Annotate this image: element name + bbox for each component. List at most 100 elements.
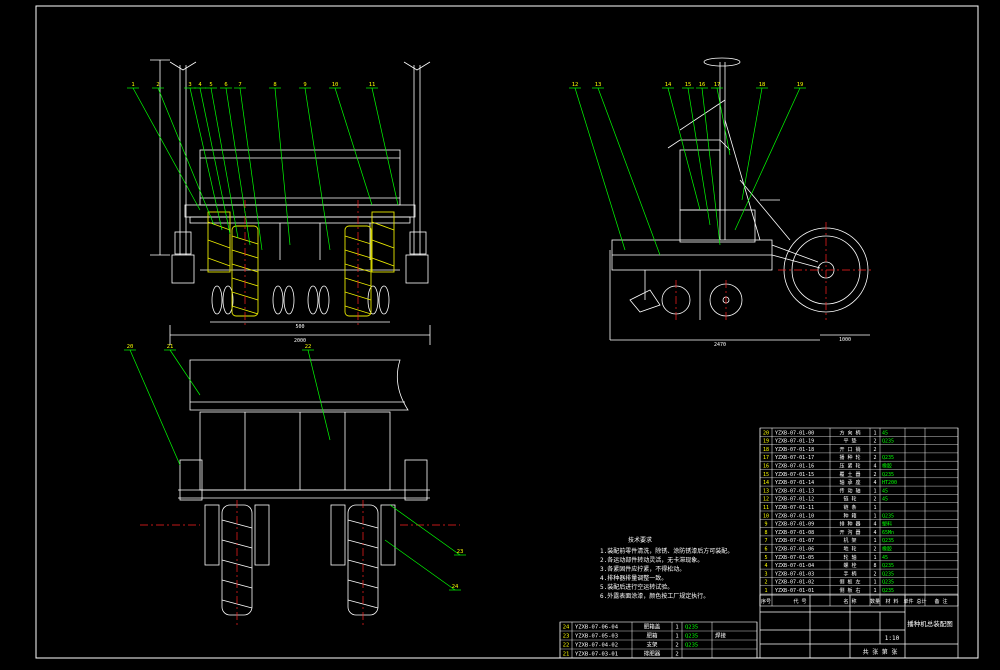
parts-table-cell: YZXB-07-01-16 [775,464,814,470]
parts-table-cell: 45 [882,430,888,436]
bottom-table-cell: 24 [563,625,570,631]
leader-line [574,87,626,251]
parts-table-cell: 开 沟 器 [839,529,860,536]
parts-table-cell: HT200 [882,480,897,486]
leader-line [189,87,223,231]
parts-table-cell: YZXB-07-01-07 [775,538,814,544]
balloon-number: 23 [457,549,464,555]
bottom-table-cell: 2 [675,643,678,649]
drawing-title: 播种机总装配图 [907,619,953,628]
parts-table-cell: 3 [764,571,767,577]
balloon-number: 1 [131,82,134,88]
bottom-table-cell: YZXB-07-06-04 [575,625,619,631]
parts-table-cell: 橡胶 [882,546,892,553]
parts-table-cell: 10 [763,513,769,519]
parts-table-cell: 种 箱 [843,512,856,519]
parts-table-cell: 手 柄 [843,570,856,577]
front-view-leaders: 1 2 3 4 5 6 7 8 9 10 11 [127,82,399,251]
parts-table-cell: 机 架 [843,537,856,544]
leader-line [129,349,181,466]
leader-line [687,87,711,226]
balloon-number: 14 [665,82,672,88]
parts-table-cell: Q235 [882,571,894,577]
parts-table-cell: YZXB-07-01-02 [775,580,814,586]
bottom-table-cell: 肥箱 [646,632,658,640]
parts-table-cell: 1 [873,430,876,436]
bottom-table-cell: YZXB-07-03-01 [575,652,618,658]
dim-front-width: 2000 [294,338,306,344]
parts-table-cell: 9 [764,522,767,528]
bottom-table-cell: 21 [563,652,570,658]
balloon-number: 9 [303,82,306,88]
parts-table-cell: 压 紧 轮 [839,463,860,470]
parts-table-cell: 13 [763,488,769,494]
parts-table-cell: 2 [873,455,876,461]
parts-table-cell: 7 [764,538,767,544]
leader-line [169,349,201,396]
bottom-table-cell: 2 [675,652,678,658]
parts-table-cell: 4 [873,530,876,536]
parts-table-cell: YZXB-07-01-10 [775,513,814,519]
parts-table-cell: Q235 [882,455,894,461]
parts-table-cell: 2 [873,472,876,478]
parts-table-cell: YZXB-07-01-11 [775,505,814,511]
parts-table-cell: 2 [873,497,876,503]
dim-side-length: 2470 [714,342,726,348]
parts-table-cell: 橡胶 [882,463,892,470]
balloon-number: 15 [685,82,692,88]
tech-req-line-3: 3.各紧固件应拧紧，不得松动。 [600,565,685,573]
parts-table-cell: 16 [763,464,769,470]
parts-table-cell: YZXB-07-01-06 [775,547,814,553]
parts-table-cell: 5 [764,555,767,561]
technical-requirements: 技术要求 1.装配前零件清洗，除锈、涂防锈漆后方可装配。 2.各运动部件转动灵活… [600,536,733,600]
parts-table-cell: YZXB-07-01-00 [775,430,814,436]
leader-line [371,87,399,206]
bottom-table-cell: Q235 [685,625,698,631]
parts-table-cell: 链 条 [843,504,856,511]
balloon-number: 12 [572,82,579,88]
parts-table-cell: YZXB-07-01-08 [775,530,814,536]
parts-table-cell: 11 [763,505,769,511]
balloon-number: 11 [369,82,376,88]
parts-table-cell: 17 [763,455,769,461]
leader-line [274,87,291,246]
side-view [609,57,870,341]
parts-table-cell: 4 [764,563,767,569]
parts-table-cell: 传 动 轴 [839,487,860,494]
tech-req-line-6: 6.外露表面涂漆，颜色按工厂规定执行。 [600,592,709,600]
bottom-table-cell: 支架 [646,641,658,649]
parts-table-cell: 塑料 [882,521,892,528]
tech-req-line-2: 2.各运动部件转动灵活，无卡滞现象。 [600,556,703,564]
parts-table-cell: Q235 [882,580,894,586]
parts-table-cell: 2 [873,571,876,577]
parts-table-cell: Q235 [882,472,894,478]
parts-table-cell: 1 [873,538,876,544]
balloon-number: 21 [167,344,174,350]
parts-table-cell: Q235 [882,439,894,445]
bottom-table-cell: 焊接 [715,632,727,640]
balloon-number: 22 [305,344,312,350]
dim-side-small: 1000 [839,337,851,343]
balloon-number: 20 [127,344,134,350]
parts-table-cell: 2 [873,547,876,553]
parts-table-cell: 19 [763,439,769,445]
balloon-number: 16 [699,82,706,88]
balloon-number: 6 [224,82,227,88]
bottom-view-centerlines [140,500,460,625]
parts-table-cell: YZXB-07-01-18 [775,447,814,453]
parts-table-header: 序号 [761,598,771,605]
leader-line [132,87,201,211]
parts-table-header: 材 料 [885,598,898,605]
balloon-number: 10 [332,82,339,88]
leader-line [716,87,731,156]
leader-line [667,87,701,211]
bottom-parts-table: 24 YZXB-07-06-04 肥箱盖 1 Q235 23 YZXB-07-05-03 肥箱… [559,621,758,659]
balloon-number: 13 [595,82,602,88]
sheet-border [35,5,979,659]
parts-table-cell: 1 [873,505,876,511]
parts-table-cell: 地 轮 [843,546,856,553]
parts-table-cell: 2 [873,439,876,445]
bottom-table-cell: 排肥器 [644,650,661,658]
balloon-number: 4 [198,82,202,88]
leader-line [701,87,721,246]
